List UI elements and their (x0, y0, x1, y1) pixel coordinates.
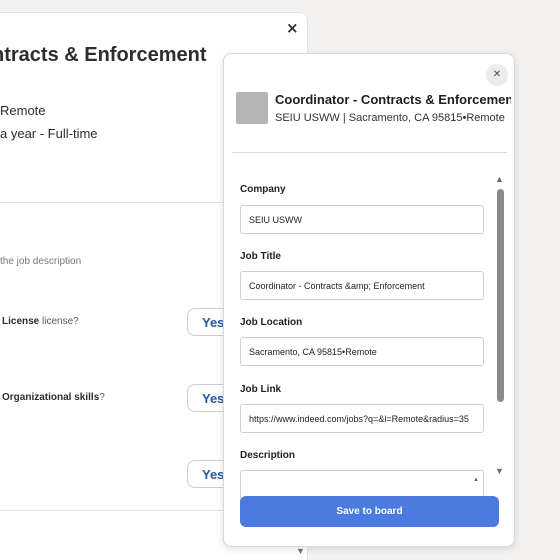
job-form: Company SEIU USWW Job Title Coordinator … (224, 154, 496, 524)
question-keyword: License (2, 316, 40, 327)
scroll-down-icon[interactable]: ▼ (495, 466, 504, 476)
description-label: Description (240, 450, 296, 461)
panel-job-title: Coordinator - Contracts & Enforcement (275, 92, 511, 107)
job-link-field[interactable]: https://www.indeed.com/jobs?q=&l=Remote&… (240, 404, 484, 433)
save-to-board-button[interactable]: Save to board (240, 496, 499, 527)
question-keyword: Organizational skills (2, 392, 100, 403)
company-field[interactable]: SEIU USWW (240, 205, 484, 234)
scroll-down-icon[interactable]: ▼ (296, 546, 305, 556)
job-salary: a year - Full-time (0, 126, 98, 141)
job-title-label: Job Title (240, 251, 281, 262)
company-label: Company (240, 184, 286, 195)
qualification-question: Organizational skills? (2, 392, 105, 403)
close-icon[interactable]: ✕ (486, 64, 508, 86)
job-title: ntracts & Enforcement (0, 44, 207, 66)
qualifications-hint: the job description (0, 256, 82, 267)
divider (232, 152, 507, 153)
scrollbar-thumb[interactable] (497, 189, 504, 402)
save-job-panel: ✕ Coordinator - Contracts & Enforcement … (223, 53, 515, 547)
resize-icon: ▲ (473, 477, 479, 483)
question-text: ? (99, 392, 105, 403)
scroll-up-icon[interactable]: ▲ (495, 174, 504, 184)
qualification-question: License license? (2, 316, 79, 327)
job-location: Remote (0, 103, 46, 118)
job-location-label: Job Location (240, 317, 303, 328)
panel-job-subtitle: SEIU USWW | Sacramento, CA 95815•Remote (275, 112, 505, 124)
job-link-label: Job Link (240, 384, 282, 395)
job-title-field[interactable]: Coordinator - Contracts &amp; Enforcemen… (240, 271, 484, 300)
job-close-icon[interactable]: × (286, 19, 299, 37)
job-location-field[interactable]: Sacramento, CA 95815•Remote (240, 337, 484, 366)
question-text: license? (39, 316, 79, 327)
company-logo (236, 92, 268, 124)
